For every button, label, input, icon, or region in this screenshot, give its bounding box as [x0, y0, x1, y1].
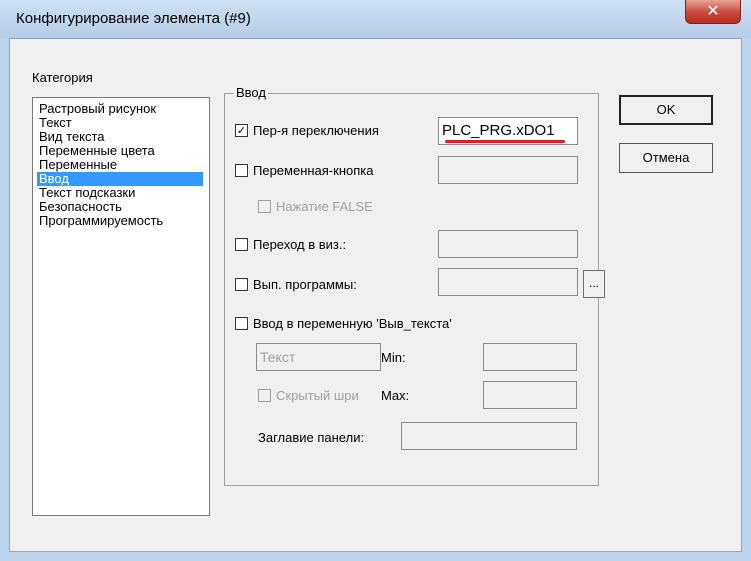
- min-label: Min:: [381, 350, 406, 365]
- checkmark-icon: ✓: [236, 124, 247, 137]
- text-input-label: Ввод в переменную 'Выв_текста': [253, 316, 452, 331]
- category-item-bitmap[interactable]: Растровый рисунок: [37, 102, 158, 116]
- dialog-client-area: Категория Растровый рисунок Текст Вид те…: [9, 38, 742, 552]
- category-label: Категория: [32, 70, 93, 85]
- toggle-var-checkbox[interactable]: ✓: [235, 124, 248, 137]
- browse-program-button[interactable]: ...: [583, 270, 605, 298]
- exec-program-field[interactable]: [438, 268, 578, 296]
- text-type-select[interactable]: Текст: [256, 343, 381, 371]
- input-group-title: Ввод: [234, 85, 268, 100]
- ok-button[interactable]: OK: [619, 95, 713, 125]
- goto-vis-label: Переход в виз.:: [253, 237, 347, 252]
- exec-program-label: Вып. программы:: [253, 277, 357, 292]
- tap-var-checkbox[interactable]: [235, 164, 248, 177]
- category-item-tooltip[interactable]: Текст подсказки: [37, 186, 137, 200]
- title-bar[interactable]: Конфигурирование элемента (#9) ✕: [0, 0, 751, 38]
- hidden-font-checkbox[interactable]: [258, 389, 271, 402]
- category-listbox[interactable]: Растровый рисунок Текст Вид текста Перем…: [32, 97, 210, 516]
- tap-var-field[interactable]: [438, 156, 578, 184]
- category-item-variables[interactable]: Переменные: [37, 158, 119, 172]
- tap-false-label: Нажатие FALSE: [276, 199, 373, 214]
- goto-vis-checkbox[interactable]: [235, 238, 248, 251]
- category-item-text[interactable]: Текст: [37, 116, 74, 130]
- close-button[interactable]: ✕: [685, 0, 741, 24]
- toggle-var-label: Пер-я переключения: [253, 123, 379, 138]
- goto-vis-field[interactable]: [438, 230, 578, 258]
- window-title: Конфигурирование элемента (#9): [16, 10, 251, 27]
- panel-title-field[interactable]: [401, 422, 577, 450]
- tap-var-label: Переменная-кнопка: [253, 163, 374, 178]
- max-label: Max:: [381, 388, 410, 403]
- category-item-programmability[interactable]: Программируемость: [37, 214, 165, 228]
- dialog-window: Конфигурирование элемента (#9) ✕ Категор…: [0, 0, 751, 561]
- text-input-checkbox[interactable]: [235, 317, 248, 330]
- cancel-button[interactable]: Отмена: [619, 143, 713, 173]
- category-item-color-variables[interactable]: Переменные цвета: [37, 144, 157, 158]
- exec-program-checkbox[interactable]: [235, 278, 248, 291]
- min-field[interactable]: [483, 343, 577, 371]
- category-item-security[interactable]: Безопасность: [37, 200, 124, 214]
- panel-title-label: Заглавие панели:: [258, 430, 365, 445]
- tap-false-checkbox[interactable]: [258, 200, 271, 213]
- category-item-input[interactable]: Ввод: [37, 172, 203, 186]
- category-item-text-style[interactable]: Вид текста: [37, 130, 107, 144]
- max-field[interactable]: [483, 381, 577, 409]
- annotation-underline: [445, 140, 565, 143]
- hidden-font-label: Скрытый шри: [276, 388, 359, 403]
- close-icon: ✕: [706, 1, 720, 20]
